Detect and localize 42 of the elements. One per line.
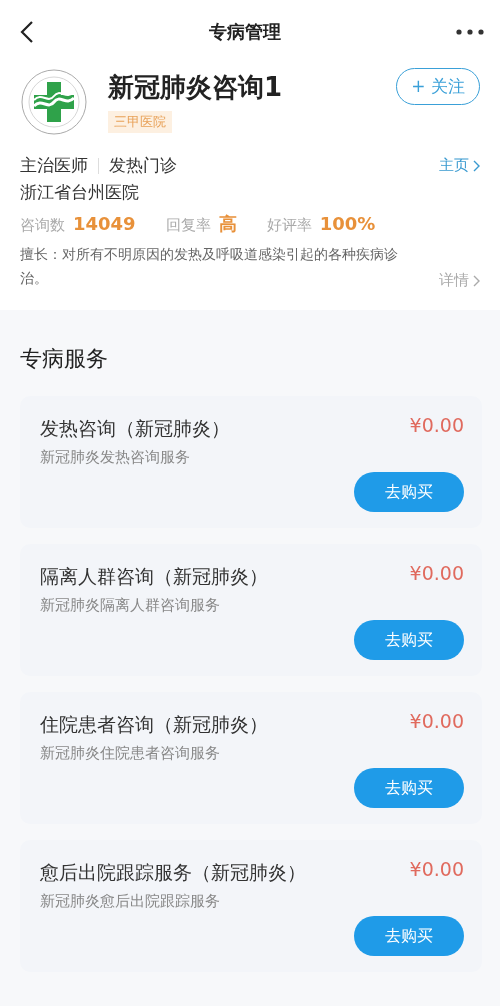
buy-button[interactable]: 去购买 (354, 620, 464, 660)
service-card[interactable]: 隔离人群咨询（新冠肺炎） 新冠肺炎隔离人群咨询服务 ¥0.00 去购买 (20, 544, 482, 676)
buy-button[interactable]: 去购买 (354, 916, 464, 956)
stat-value: 14049 (73, 213, 136, 234)
doctor-name: 新冠肺炎咨询1 (108, 71, 284, 104)
service-card[interactable]: 发热咨询（新冠肺炎） 新冠肺炎发热咨询服务 ¥0.00 去购买 (20, 396, 482, 528)
stat-label: 咨询数 (20, 216, 65, 235)
hospital-grade-tag: 三甲医院 (108, 111, 172, 133)
buy-button[interactable]: 去购买 (354, 472, 464, 512)
service-description: 新冠肺炎愈后出院跟踪服务 (40, 892, 221, 911)
service-price: ¥0.00 (409, 710, 464, 732)
stat-value: 高 (218, 212, 237, 236)
hospital-logo (20, 68, 88, 136)
buy-button[interactable]: 去购买 (354, 768, 464, 808)
page-title: 专病管理 (209, 20, 281, 44)
service-card[interactable]: 住院患者咨询（新冠肺炎） 新冠肺炎住院患者咨询服务 ¥0.00 去购买 (20, 692, 482, 824)
stat-label: 好评率 (266, 216, 312, 235)
specialty-text: 擅长：对所有不明原因的发热及呼吸道感染引起的各种疾病诊治。 (20, 245, 399, 288)
home-link[interactable]: 主页 (439, 156, 480, 175)
service-name: 愈后出院跟踪服务（新冠肺炎） (40, 860, 307, 885)
more-icon[interactable] (456, 29, 484, 35)
service-name: 发热咨询（新冠肺炎） (40, 416, 231, 441)
service-description: 新冠肺炎发热咨询服务 (40, 448, 191, 467)
service-description: 新冠肺炎住院患者咨询服务 (40, 744, 221, 763)
back-icon[interactable] (20, 20, 34, 44)
details-link[interactable]: 详情 (439, 271, 480, 290)
service-description: 新冠肺炎隔离人群咨询服务 (40, 596, 221, 615)
service-price: ¥0.00 (409, 414, 464, 436)
service-name: 隔离人群咨询（新冠肺炎） (40, 564, 269, 589)
hospital-name: 浙江省台州医院 (20, 181, 140, 204)
section-title: 专病服务 (20, 345, 109, 373)
service-card[interactable]: 愈后出院跟踪服务（新冠肺炎） 新冠肺炎愈后出院跟踪服务 ¥0.00 去购买 (20, 840, 482, 972)
chevron-right-icon (473, 274, 480, 287)
follow-button[interactable]: + 关注 (396, 68, 480, 105)
doctor-title: 主治医师 (20, 154, 88, 177)
department: 发热门诊 (109, 154, 177, 177)
service-price: ¥0.00 (409, 858, 464, 880)
service-price: ¥0.00 (409, 562, 464, 584)
chevron-right-icon (473, 159, 480, 172)
service-name: 住院患者咨询（新冠肺炎） (40, 712, 269, 737)
stat-value: 100% (319, 213, 376, 234)
stat-label: 回复率 (165, 216, 211, 235)
